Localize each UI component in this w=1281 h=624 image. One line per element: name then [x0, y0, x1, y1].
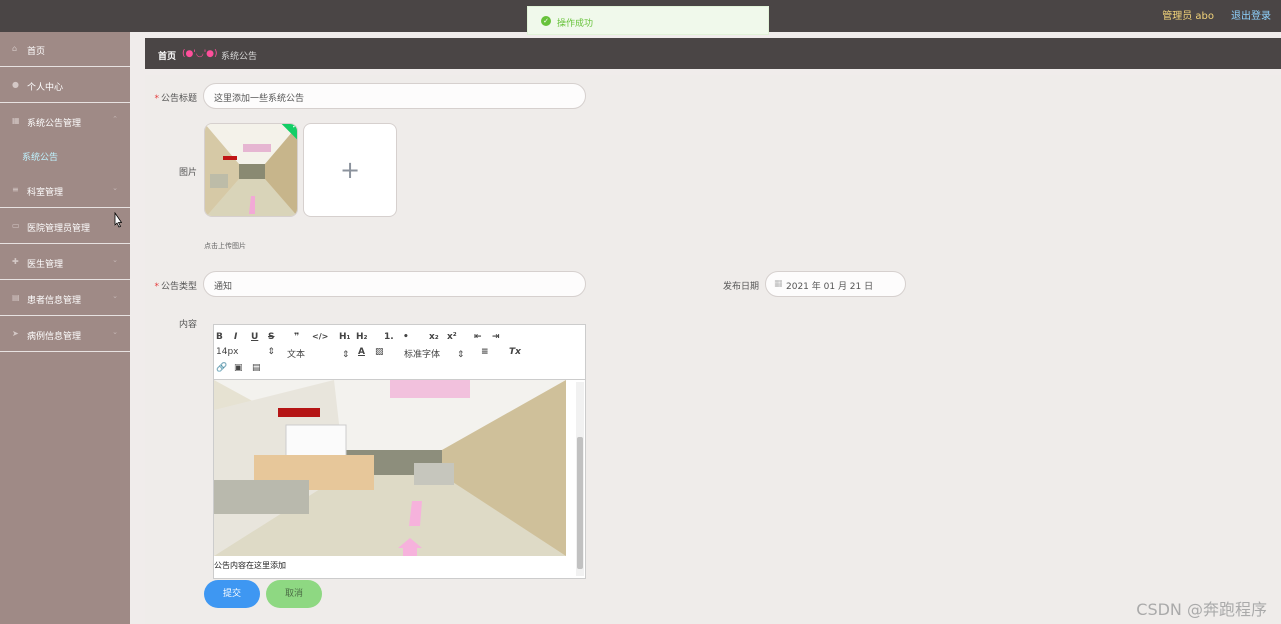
- indent-button[interactable]: ⇥: [492, 332, 500, 342]
- upload-tip: 点击上传图片: [204, 242, 246, 250]
- bullet-list-button[interactable]: •: [403, 332, 409, 342]
- sidebar-item-label: 医生管理: [27, 260, 64, 270]
- admin-user-label: 管理员 abo: [1162, 11, 1214, 22]
- superscript-button[interactable]: x²: [447, 332, 457, 342]
- rich-text-editor[interactable]: B I U S ❞ </> H₁ H₂ 1. • x₂ x² ⇤ ⇥ 14px …: [213, 324, 586, 579]
- image-icon[interactable]: ▣: [234, 363, 243, 373]
- sidebar-item-label: 科室管理: [27, 188, 64, 198]
- bold-button[interactable]: B: [216, 332, 223, 342]
- toast-message: 操作成功: [557, 19, 594, 29]
- calendar-icon: ▦: [774, 279, 783, 289]
- chevron-down-icon: ⌄: [112, 328, 118, 336]
- title-label: * 公告标题: [154, 94, 197, 104]
- image-label: 图片: [178, 168, 197, 178]
- code-block-button[interactable]: </>: [312, 332, 328, 341]
- sidebar-item-label: 病例信息管理: [27, 332, 82, 342]
- editor-content[interactable]: 公告内容在这里添加: [214, 380, 585, 578]
- content-label: 内容: [178, 320, 197, 330]
- ordered-list-button[interactable]: 1.: [384, 332, 394, 342]
- outdent-button[interactable]: ⇤: [474, 332, 482, 342]
- sidebar-item-label: 个人中心: [27, 83, 64, 93]
- video-icon[interactable]: ▤: [252, 363, 261, 373]
- breadcrumb-home[interactable]: 首页: [158, 49, 176, 62]
- success-check-icon: ✓: [541, 16, 551, 26]
- sidebar-item-doctors[interactable]: ✚ 医生管理 ⌄: [0, 245, 130, 280]
- send-icon: ➤: [12, 329, 19, 338]
- background-color-button[interactable]: ▨: [375, 347, 384, 357]
- patient-icon: ▤: [12, 293, 20, 302]
- breadcrumb-emoticon: (●'◡'●): [182, 49, 218, 59]
- breadcrumb: 首页 (●'◡'●) 系统公告: [145, 38, 1281, 69]
- subscript-button[interactable]: x₂: [429, 332, 439, 342]
- date-label: 发布日期: [722, 282, 759, 292]
- sidebar-subitem-announcement[interactable]: 系统公告: [0, 32, 130, 163]
- uploaded-image-thumbnail[interactable]: ✓: [204, 123, 298, 217]
- corridor-image: [205, 124, 297, 216]
- sidebar-item-label: 患者信息管理: [27, 296, 82, 306]
- type-label: * 公告类型: [154, 282, 197, 292]
- strike-button[interactable]: S: [268, 332, 274, 342]
- select-arrows-icon: ⇕: [456, 350, 465, 360]
- sidebar-item-patients[interactable]: ▤ 患者信息管理 ⌄: [0, 281, 130, 316]
- select-arrows-icon: ⇕: [341, 350, 350, 360]
- corridor-image: [214, 380, 566, 556]
- sidebar-item-label: 医院管理员管理: [27, 224, 91, 234]
- heading2-button[interactable]: H₂: [356, 332, 367, 342]
- user-icon: ●: [12, 80, 19, 89]
- chevron-down-icon: ⌄: [112, 184, 118, 192]
- doctor-icon: ✚: [12, 257, 19, 266]
- editor-scrollbar[interactable]: [576, 382, 584, 576]
- date-value: 2021 年 01 月 21 日: [786, 282, 874, 292]
- sidebar: ⌂ 首页 ● 个人中心 ▦ 系统公告管理 ⌃ 系统公告 ≡ 科室管理 ⌄ ▭ 医…: [0, 32, 130, 624]
- sidebar-item-departments[interactable]: ≡ 科室管理 ⌄: [0, 173, 130, 208]
- chevron-up-icon: ⌃: [112, 115, 118, 123]
- grid-icon: ▦: [12, 116, 20, 125]
- select-arrows-icon: ⇕: [267, 347, 275, 357]
- type-input[interactable]: 通知: [203, 271, 586, 297]
- blockquote-button[interactable]: ❞: [294, 332, 299, 342]
- clear-format-button[interactable]: Tx: [509, 347, 521, 357]
- sidebar-item-profile[interactable]: ● 个人中心: [0, 68, 130, 103]
- list-icon: ≡: [12, 185, 19, 194]
- sidebar-item-cases[interactable]: ➤ 病例信息管理 ⌄: [0, 317, 130, 352]
- date-picker[interactable]: ▦ 2021 年 01 月 21 日: [765, 271, 906, 297]
- mouse-pointer-icon: [114, 212, 122, 228]
- submit-button[interactable]: 提交: [204, 580, 260, 608]
- cancel-button[interactable]: 取消: [266, 580, 322, 608]
- editor-toolbar: B I U S ❞ </> H₁ H₂ 1. • x₂ x² ⇤ ⇥ 14px …: [214, 325, 585, 380]
- heading1-button[interactable]: H₁: [339, 332, 350, 342]
- italic-button[interactable]: I: [234, 332, 237, 342]
- image-upload-button[interactable]: +: [303, 123, 397, 217]
- breadcrumb-current: 系统公告: [221, 52, 258, 62]
- sidebar-subitem-label: 系统公告: [22, 153, 59, 163]
- content-text: 公告内容在这里添加: [214, 561, 286, 570]
- font-color-button[interactable]: A: [358, 347, 365, 357]
- sidebar-item-announcements[interactable]: ▦ 系统公告管理 ⌃: [0, 104, 130, 139]
- announcement-form: * 公告标题 这里添加一些系统公告 图片 ✓ + 点击上传图片 * 公告类型 通知 …: [145, 75, 1281, 624]
- text-style-select[interactable]: 文本 ⇕: [287, 347, 349, 360]
- chevron-down-icon: ⌄: [112, 256, 118, 264]
- scrollbar-thumb[interactable]: [577, 437, 583, 569]
- success-toast: ✓ 操作成功: [527, 6, 769, 35]
- chevron-down-icon: ⌄: [112, 292, 118, 300]
- title-input[interactable]: 这里添加一些系统公告: [203, 83, 586, 109]
- align-button[interactable]: ≡: [481, 347, 489, 357]
- watermark: CSDN @奔跑程序: [1136, 600, 1267, 619]
- sidebar-item-hospital-admins[interactable]: ▭ 医院管理员管理 ⌄: [0, 209, 130, 244]
- sidebar-item-label: 系统公告管理: [27, 119, 82, 129]
- underline-button[interactable]: U: [251, 332, 258, 342]
- font-family-select[interactable]: 标准字体 ⇕: [404, 347, 464, 360]
- card-icon: ▭: [12, 221, 20, 230]
- link-icon[interactable]: 🔗: [216, 363, 227, 373]
- logout-link[interactable]: 退出登录: [1231, 7, 1271, 22]
- font-size-select[interactable]: 14px ⇕: [216, 347, 275, 357]
